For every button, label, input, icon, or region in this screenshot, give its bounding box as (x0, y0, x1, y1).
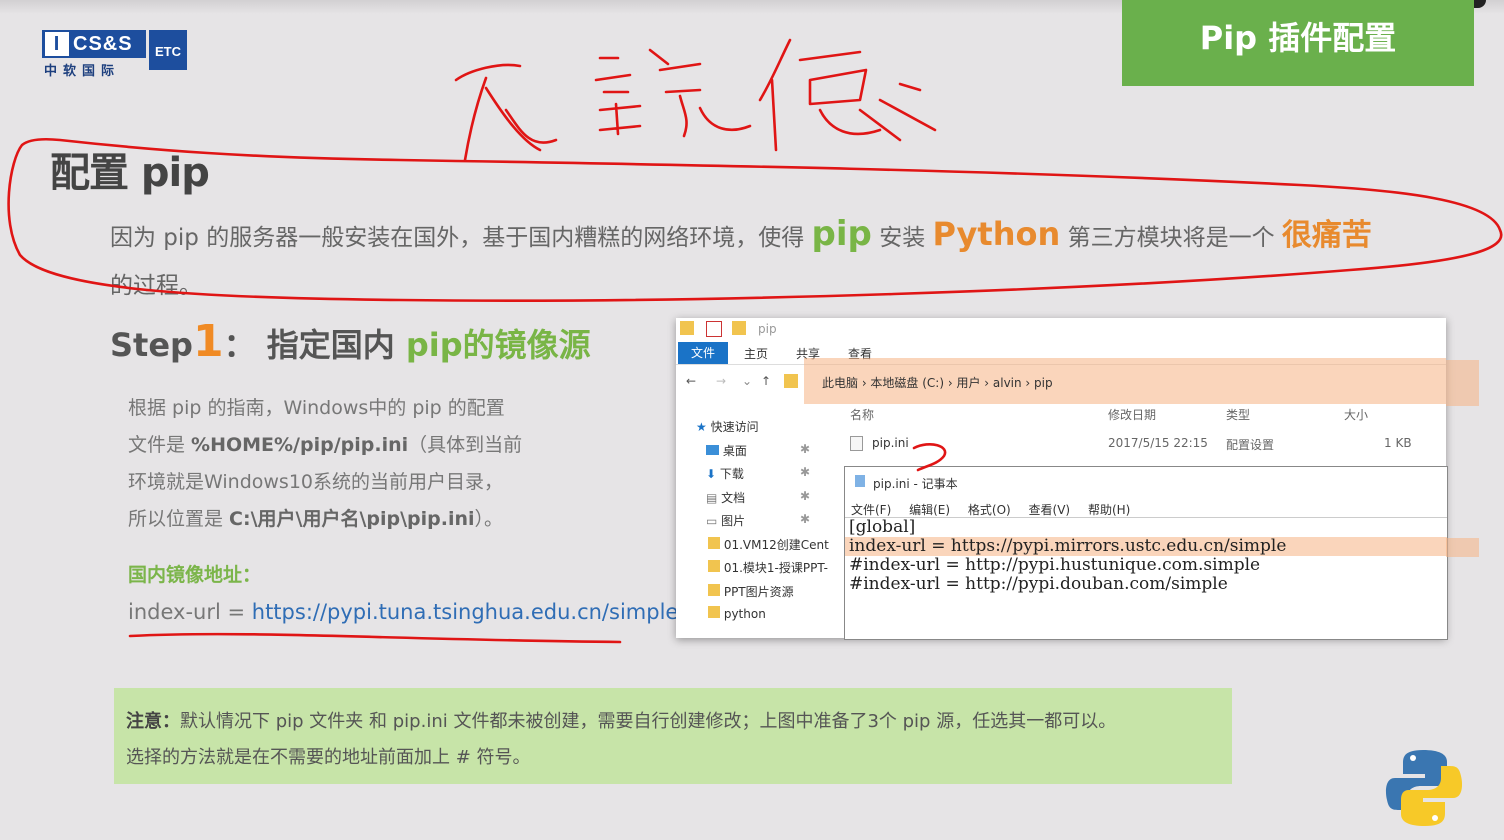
ink-handwriting-stroke (758, 38, 937, 152)
ink-underline (128, 632, 622, 644)
ink-handwriting-stroke (454, 63, 558, 162)
ink-squiggle (912, 443, 947, 472)
ink-annotation-layer (7, 38, 1503, 644)
ink-loop-circle (7, 137, 1503, 302)
ink-handwriting-stroke (594, 48, 752, 138)
